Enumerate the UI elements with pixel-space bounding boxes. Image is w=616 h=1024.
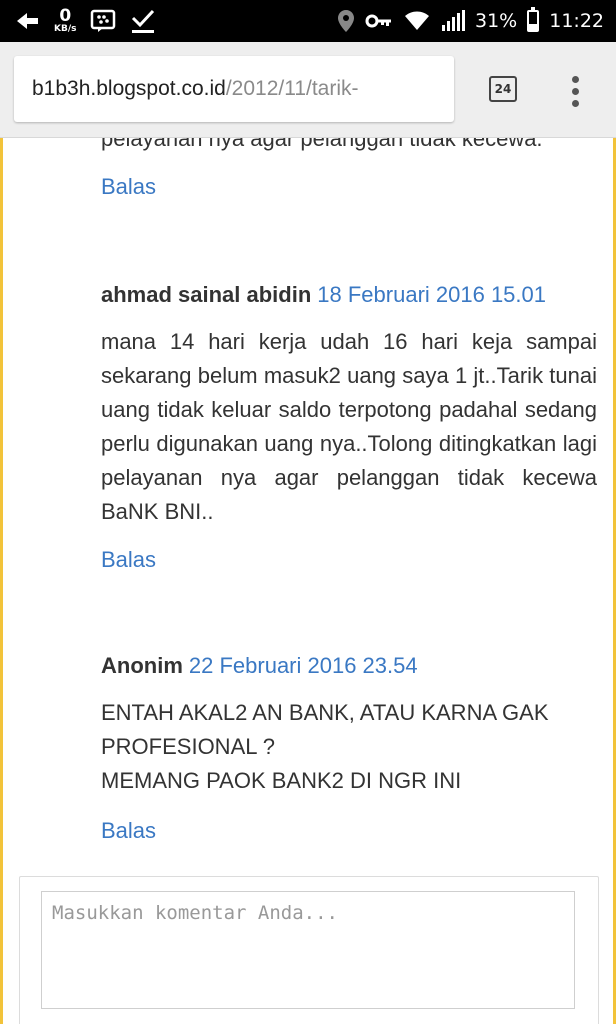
comment-text: mana 14 hari kerja udah 16 hari keja sam… <box>101 329 597 524</box>
page-border-left <box>0 138 3 1024</box>
wifi-icon <box>405 11 429 30</box>
download-complete-icon <box>132 9 155 33</box>
reply-link[interactable]: Balas <box>101 818 156 844</box>
comment-author: Anonim <box>101 653 183 678</box>
battery-fill <box>529 24 538 30</box>
url-bar[interactable]: b1b3h.blogspot.co.id/2012/11/tarik- <box>14 56 454 122</box>
reply-link[interactable]: Balas <box>101 547 156 573</box>
clock: 11:22 <box>549 10 604 32</box>
overflow-menu-icon[interactable] <box>566 74 586 110</box>
network-speed-unit: KB/s <box>54 24 77 34</box>
tab-count: 24 <box>494 82 512 96</box>
browser-toolbar: b1b3h.blogspot.co.id/2012/11/tarik- 24 <box>0 42 616 138</box>
comment-form <box>19 876 599 1024</box>
reply-link[interactable]: Balas <box>101 174 156 200</box>
url-path: /2012/11/tarik- <box>225 77 359 100</box>
vpn-key-icon <box>365 14 391 28</box>
comment-author: ahmad sainal abidin <box>101 282 312 307</box>
status-bar-right: 31% 11:22 <box>337 0 604 42</box>
comment-header: ahmad sainal abidin 18 Februari 2016 15.0… <box>101 282 546 308</box>
comment-date-link[interactable]: 18 Februari 2016 15.01 <box>317 282 546 307</box>
signal-icon <box>442 10 465 31</box>
comment-text: ENTAH AKAL2 AN BANK, ATAU KARNA GAK PROF… <box>101 696 597 798</box>
status-bar: 0 KB/s 31% 11:22 <box>0 0 616 42</box>
comment-text-line: ENTAH AKAL2 AN BANK, ATAU KARNA GAK PROF… <box>101 700 549 759</box>
status-bar-left: 0 KB/s <box>14 0 156 42</box>
battery-icon <box>527 7 540 32</box>
comment-input[interactable] <box>41 891 575 1009</box>
battery-percent: 31% <box>475 10 518 32</box>
location-icon <box>338 10 354 32</box>
bbm-arrow-icon <box>17 13 38 29</box>
network-speed-value: 0 <box>59 6 72 26</box>
previous-comment-text: pelayanan nya agar pelanggan tidak kecew… <box>101 138 543 151</box>
tab-switcher-button[interactable]: 24 <box>489 76 517 102</box>
comment-header: Anonim 22 Februari 2016 23.54 <box>101 653 418 679</box>
bbm-icon <box>91 9 116 32</box>
page-content: pelayanan nya agar pelanggan tidak kecew… <box>0 138 616 1024</box>
network-speed: 0 KB/s <box>54 8 76 34</box>
comment-date-link[interactable]: 22 Februari 2016 23.54 <box>189 653 418 678</box>
comment-text-line: MEMANG PAOK BANK2 DI NGR INI <box>101 768 462 793</box>
url-host: b1b3h.blogspot.co.id <box>32 77 226 100</box>
